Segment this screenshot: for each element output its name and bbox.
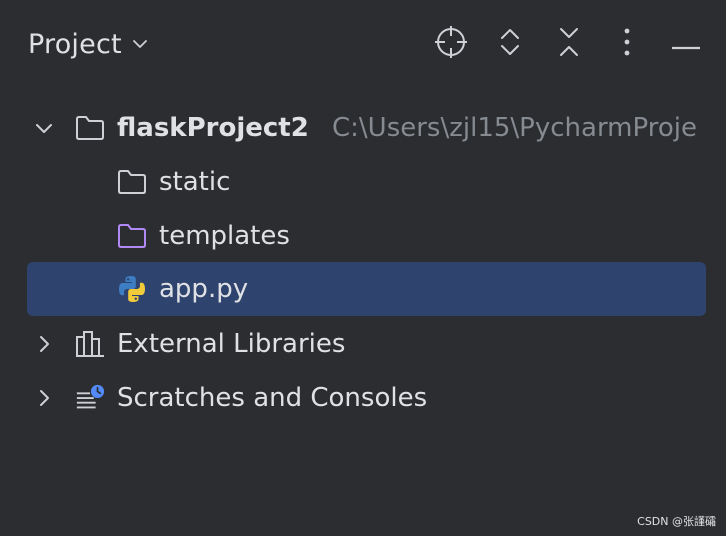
tree-item-label: Scratches and Consoles bbox=[117, 383, 428, 413]
crosshair-icon bbox=[434, 25, 468, 63]
library-icon bbox=[75, 330, 105, 358]
scratches-icon bbox=[75, 384, 105, 412]
more-vertical-icon bbox=[623, 27, 631, 61]
expand-all-button[interactable] bbox=[492, 26, 528, 62]
tree-item-static[interactable]: static bbox=[0, 155, 726, 209]
chevron-down-icon bbox=[132, 36, 148, 52]
tree-item-label: templates bbox=[159, 221, 290, 251]
chevron-right-icon[interactable] bbox=[32, 332, 56, 356]
tree-item-templates[interactable]: templates bbox=[0, 209, 726, 263]
tree-item-flaskproject2[interactable]: flaskProject2 C:\Users\zjl15\PycharmProj… bbox=[0, 101, 726, 155]
tool-window-title: Project bbox=[28, 28, 122, 60]
chevron-down-icon[interactable] bbox=[32, 116, 56, 140]
tree-item-label: External Libraries bbox=[117, 329, 346, 359]
collapse-all-button[interactable] bbox=[551, 26, 587, 62]
locate-file-button[interactable] bbox=[433, 26, 469, 62]
project-view-selector[interactable]: Project bbox=[28, 24, 148, 64]
expand-all-icon bbox=[498, 26, 522, 62]
options-menu-button[interactable] bbox=[609, 26, 645, 62]
tree-item-label: flaskProject2 bbox=[117, 113, 309, 143]
templates-folder-icon bbox=[117, 222, 147, 250]
tree-item-app-py[interactable]: app.py bbox=[0, 262, 726, 316]
chevron-right-icon[interactable] bbox=[32, 386, 56, 410]
tool-window-header: Project bbox=[0, 0, 726, 88]
minimize-icon bbox=[671, 35, 701, 54]
project-path: C:\Users\zjl15\PycharmProje bbox=[332, 113, 697, 143]
folder-icon bbox=[117, 168, 147, 196]
tree-item-label: app.py bbox=[159, 274, 249, 304]
collapse-all-icon bbox=[557, 26, 581, 62]
tree-item-label: static bbox=[159, 167, 231, 197]
folder-icon bbox=[75, 114, 105, 142]
hide-tool-window-button[interactable] bbox=[668, 26, 704, 62]
python-file-icon bbox=[117, 275, 147, 303]
tree-item-external-libraries[interactable]: External Libraries bbox=[0, 317, 726, 371]
watermark: CSDN @张謹礵 bbox=[637, 515, 716, 528]
tree-item-scratches-and-consoles[interactable]: Scratches and Consoles bbox=[0, 371, 726, 425]
